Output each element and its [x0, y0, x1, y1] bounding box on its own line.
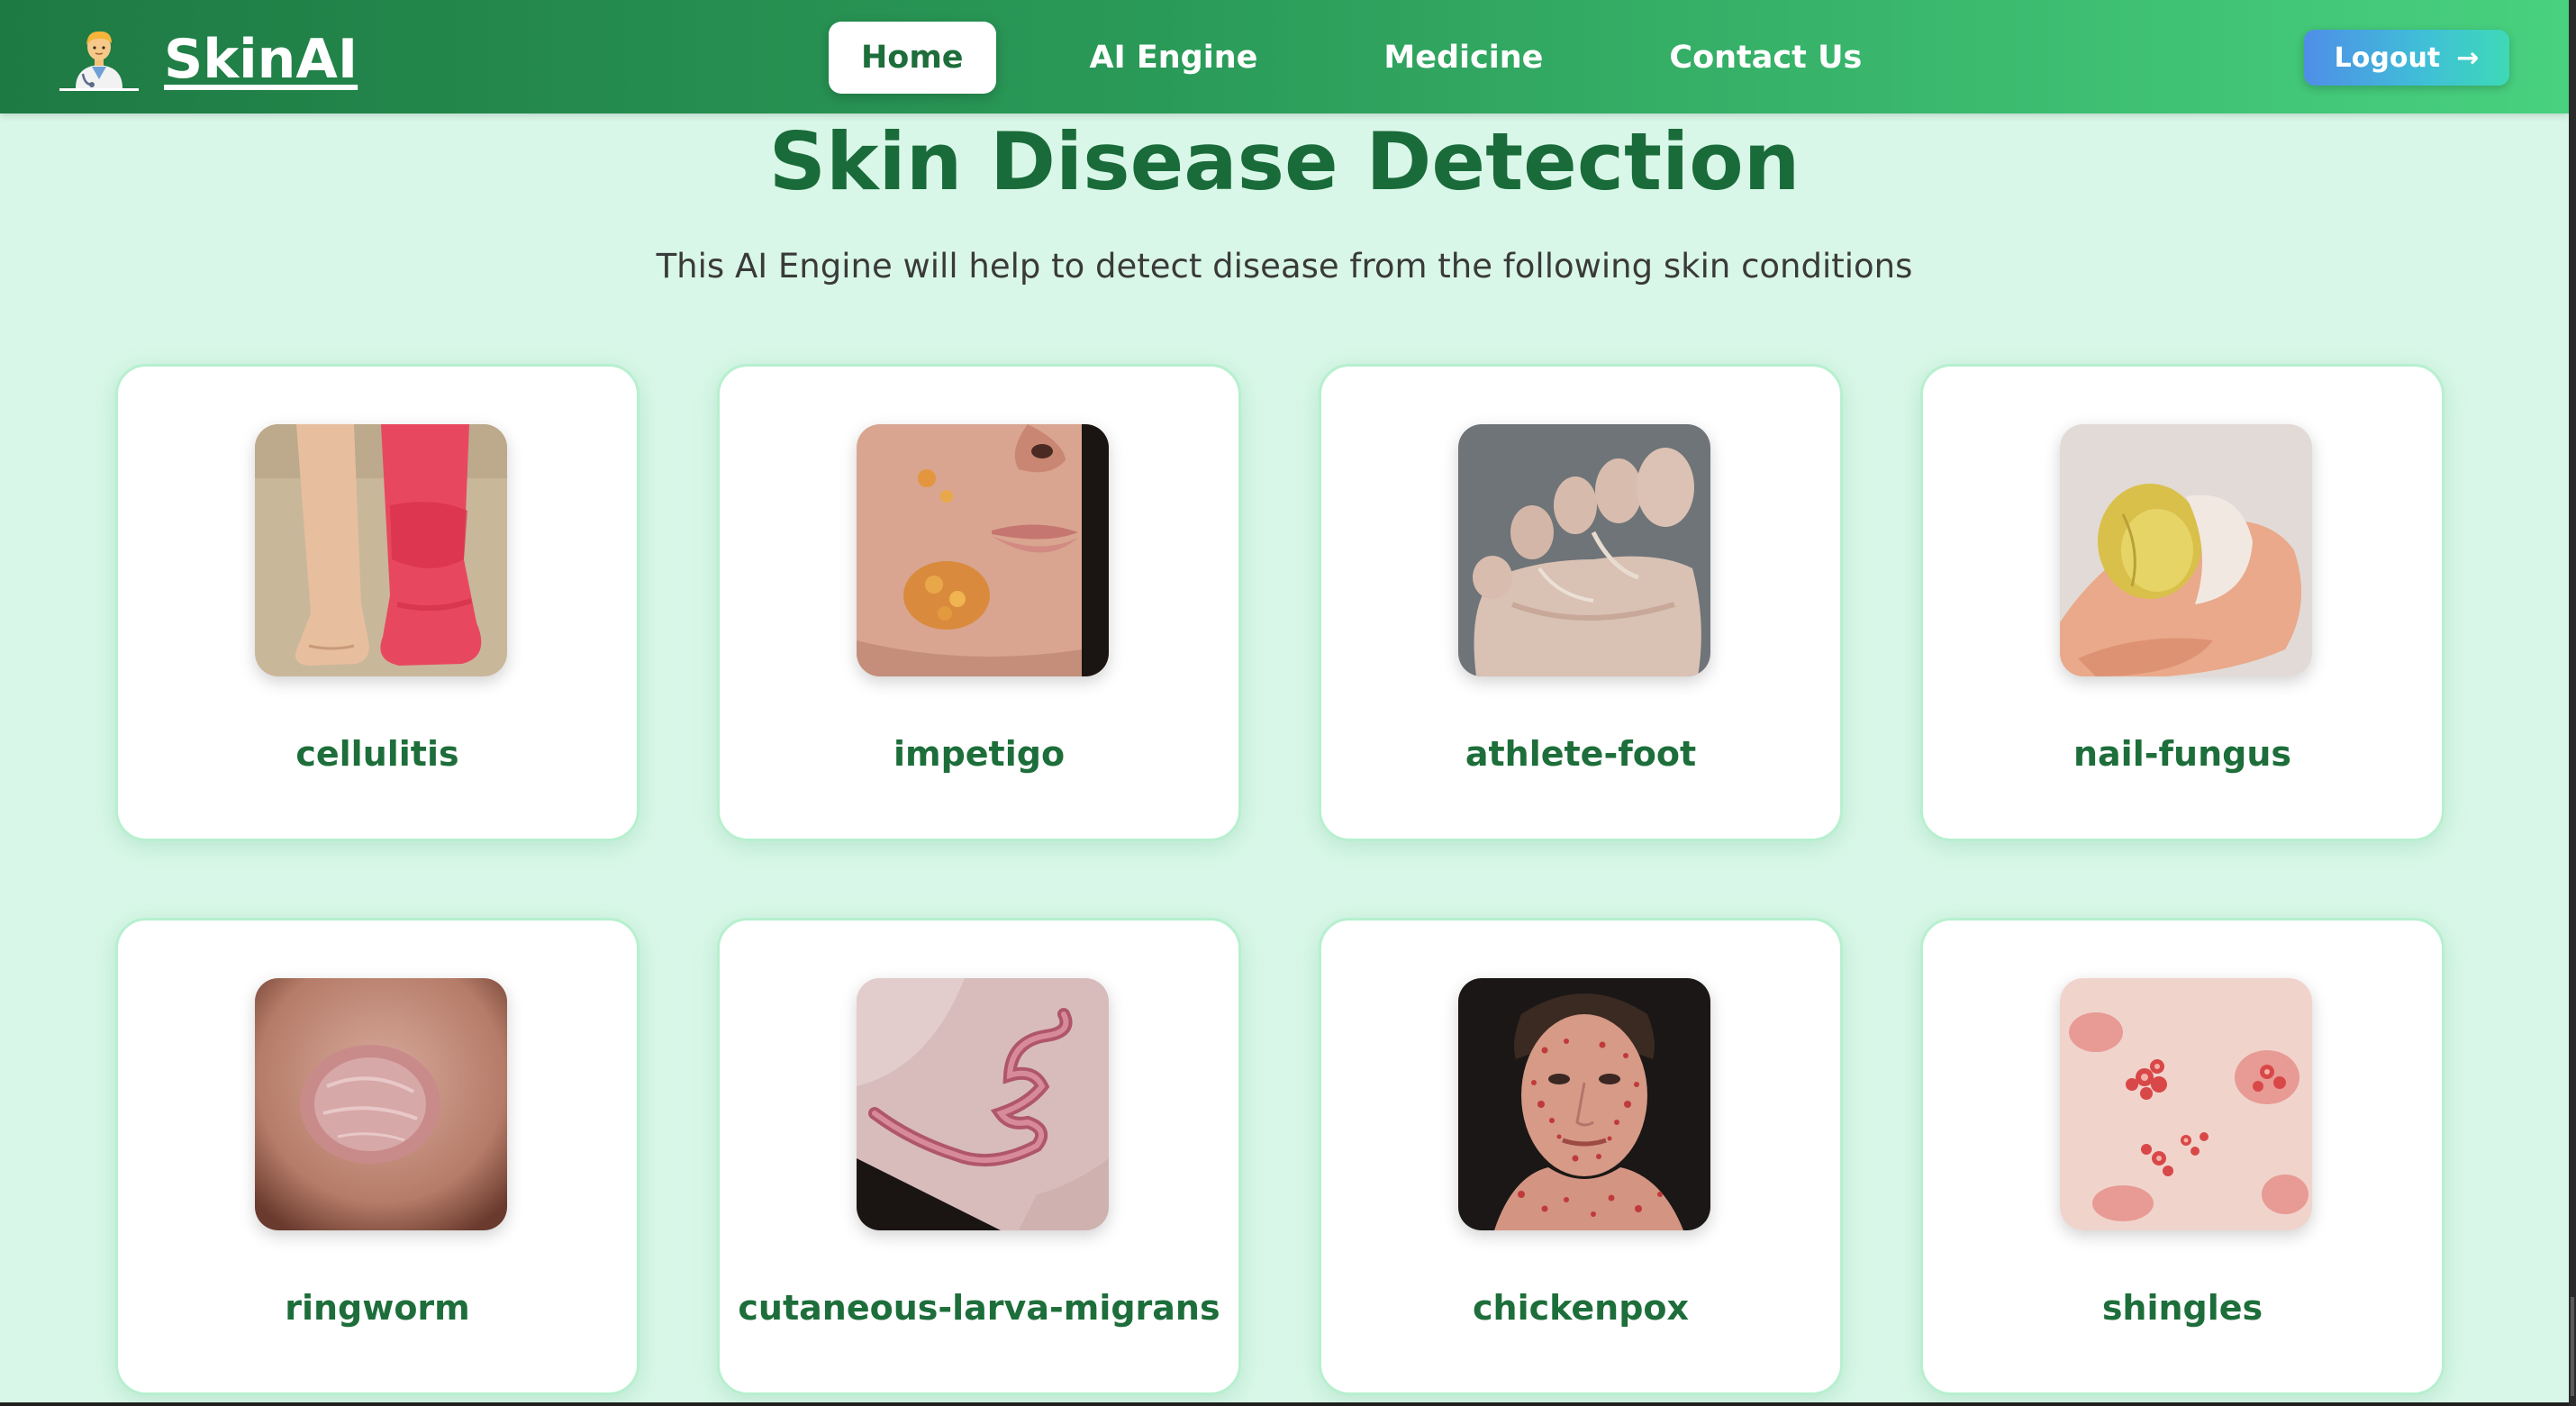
page-title: Skin Disease Detection [768, 115, 1800, 208]
condition-label: cellulitis [295, 734, 459, 774]
condition-label: impetigo [893, 734, 1066, 774]
logout-label: Logout [2334, 41, 2441, 74]
page-subtitle: This AI Engine will help to detect disea… [656, 247, 1913, 286]
condition-card-chickenpox[interactable]: chickenpox [1319, 918, 1843, 1395]
shingles-photo [2060, 978, 2312, 1230]
cutaneous-larva-migrans-photo [857, 978, 1109, 1230]
athlete-foot-photo [1458, 424, 1710, 676]
condition-card-nail-fungus[interactable]: nail-fungus [1920, 364, 2444, 841]
brand-link[interactable]: SkinAI [56, 25, 358, 94]
nail-fungus-photo [2060, 424, 2312, 676]
conditions-grid: cellulitis impetigo athlete-foot nail-fu… [115, 364, 2454, 1395]
condition-label: nail-fungus [2073, 734, 2292, 774]
navbar: SkinAI Home AI Engine Medicine Contact U… [0, 0, 2569, 113]
condition-label: shingles [2101, 1288, 2263, 1328]
window-scrollbar[interactable] [2569, 0, 2576, 1406]
doctor-emoji-icon [56, 25, 142, 94]
nav-home[interactable]: Home [829, 22, 996, 94]
nav-ai-engine[interactable]: AI Engine [1057, 22, 1291, 94]
nav-contact-us[interactable]: Contact Us [1637, 22, 1894, 94]
condition-card-ringworm[interactable]: ringworm [115, 918, 639, 1395]
chickenpox-photo [1458, 978, 1710, 1230]
condition-card-athlete-foot[interactable]: athlete-foot [1319, 364, 1843, 841]
arrow-right-icon: → [2456, 41, 2480, 74]
main-nav: Home AI Engine Medicine Contact Us [829, 22, 1955, 94]
condition-card-impetigo[interactable]: impetigo [717, 364, 1241, 841]
logout-button[interactable]: Logout → [2304, 30, 2509, 86]
condition-card-cutaneous-larva-migrans[interactable]: cutaneous-larva-migrans [717, 918, 1241, 1395]
nav-medicine[interactable]: Medicine [1351, 22, 1575, 94]
page-viewport: SkinAI Home AI Engine Medicine Contact U… [0, 0, 2569, 1402]
condition-label: cutaneous-larva-migrans [738, 1288, 1220, 1328]
condition-label: ringworm [285, 1288, 470, 1328]
condition-label: athlete-foot [1465, 734, 1697, 774]
ringworm-photo [255, 978, 507, 1230]
condition-label: chickenpox [1472, 1288, 1690, 1328]
brand-name: SkinAI [164, 28, 358, 91]
impetigo-photo [857, 424, 1109, 676]
scrollbar-thumb[interactable] [2571, 1297, 2574, 1396]
cellulitis-photo [255, 424, 507, 676]
condition-card-shingles[interactable]: shingles [1920, 918, 2444, 1395]
condition-card-cellulitis[interactable]: cellulitis [115, 364, 639, 841]
